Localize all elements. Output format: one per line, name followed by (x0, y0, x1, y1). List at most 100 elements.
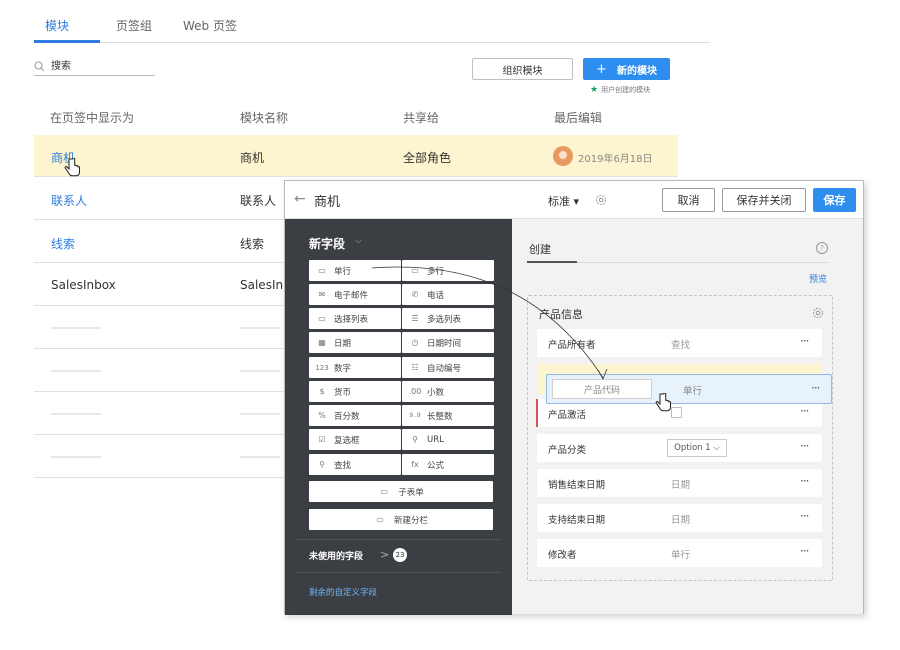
remaining-custom-fields-link[interactable]: 剩余的自定义字段 (309, 586, 377, 598)
module-display-link[interactable]: 线索 (51, 235, 75, 252)
organize-modules-label: 组织模块 (502, 65, 543, 77)
layout-field-product-category[interactable]: 产品分类 Option 1 ⌵ ··· (537, 434, 822, 462)
lookup-icon: ⚲ (319, 460, 325, 469)
percent-icon: % (318, 411, 326, 420)
field-type: 单行 (683, 386, 703, 397)
palette-field-checkbox[interactable]: ☑ 复选框 (309, 429, 401, 450)
number-icon: 123 (315, 363, 329, 372)
cancel-button[interactable]: 取消 (662, 188, 715, 212)
divider (297, 539, 500, 540)
new-module-button[interactable]: + 新的模块 (583, 58, 670, 80)
section-icon: ▭ (376, 515, 384, 524)
field-name-input[interactable]: 产品代码 (552, 379, 652, 399)
tab-create[interactable]: 创建 (529, 241, 551, 257)
url-icon: ⚲ (412, 435, 418, 444)
layout-field-modified-by[interactable]: 修改者 单行 ··· (537, 539, 822, 567)
tab-tab-groups[interactable]: 页签组 (116, 17, 152, 34)
currency-icon: $ (319, 387, 325, 396)
palette-field-url[interactable]: ⚲ URL (402, 429, 494, 450)
tab-web-tabs[interactable]: Web 页签 (183, 17, 237, 34)
palette-field-label: 日期 (334, 338, 352, 349)
layout-field-product-owner[interactable]: 产品所有者 查找 ··· (537, 329, 822, 357)
module-name-cell: 线索 (240, 237, 265, 251)
field-label: 产品分类 (548, 445, 587, 456)
palette-field-lookup[interactable]: ⚲ 查找 (309, 454, 401, 475)
palette-field-auto-number[interactable]: ☷ 自动编号 (402, 357, 494, 378)
help-icon[interactable]: ? (816, 242, 828, 254)
cancel-label: 取消 (677, 194, 700, 207)
palette-field-number[interactable]: 123 数字 (309, 357, 401, 378)
module-display-cell[interactable]: SalesInbox (51, 278, 116, 292)
field-type: 日期 (671, 515, 691, 526)
palette-field-long-integer[interactable]: 9..9 长整数 (402, 405, 494, 426)
checkbox-icon: ☑ (318, 435, 326, 444)
palette-field-label: 多选列表 (427, 314, 462, 325)
palette-field-multi-line[interactable]: ▭ 多行 (402, 260, 494, 281)
avatar (553, 146, 573, 166)
field-name-placeholder: 产品代码 (583, 385, 620, 396)
save-and-close-button[interactable]: 保存并关闭 (722, 188, 806, 212)
palette-field-formula[interactable]: fx 公式 (402, 454, 494, 475)
long-integer-icon: 9..9 (409, 412, 421, 419)
search-input[interactable] (51, 59, 151, 70)
module-name-cell: 商机 (240, 151, 265, 165)
gear-icon[interactable] (595, 194, 607, 206)
column-header-display-as[interactable]: 在页签中显示为 (50, 109, 134, 126)
gear-icon[interactable] (812, 307, 824, 319)
chevron-down-icon[interactable]: ⌵ (355, 236, 362, 246)
save-button[interactable]: 保存 (813, 188, 856, 212)
email-icon: ✉ (318, 290, 326, 299)
palette-field-picklist[interactable]: ▭ 选择列表 (309, 308, 401, 329)
last-edited-cell: 2019年6月18日 (578, 154, 653, 165)
more-icon[interactable]: ··· (811, 381, 821, 395)
palette-new-section[interactable]: ▭ 新建分栏 (309, 509, 493, 530)
dragging-field[interactable]: 产品代码 单行 ··· (546, 374, 832, 404)
new-section-label: 新建分栏 (393, 515, 428, 526)
back-arrow-icon[interactable]: ← (294, 191, 306, 207)
column-header-last-edited[interactable]: 最后编辑 (554, 109, 602, 126)
palette-field-label: 复选框 (334, 435, 360, 446)
palette-field-currency[interactable]: $ 货币 (309, 381, 401, 402)
layout-field-support-end-date[interactable]: 支持结束日期 日期 ··· (537, 504, 822, 532)
layout-select[interactable]: 标准 ▾ (548, 193, 579, 209)
option-dropdown: Option 1 ⌵ (667, 439, 727, 457)
field-label: 修改者 (548, 550, 577, 561)
module-display-link[interactable]: 联系人 (51, 192, 87, 209)
palette-field-email[interactable]: ✉ 电子邮件 (309, 284, 401, 305)
palette-field-percent[interactable]: % 百分数 (309, 405, 401, 426)
layout-field-sales-end-date[interactable]: 销售结束日期 日期 ··· (537, 469, 822, 497)
palette-field-label: 日期时间 (427, 338, 462, 349)
editor-header: ← 商机 标准 ▾ 取消 保存并关闭 保存 (285, 181, 863, 219)
search-icon (34, 61, 45, 72)
unused-fields-label[interactable]: 未使用的字段 (309, 549, 363, 562)
palette-field-single-line[interactable]: ▭ 单行 (309, 260, 401, 281)
table-row[interactable]: 商机 商机 全部角色 2019年6月18日 (34, 135, 678, 177)
search-box[interactable] (34, 58, 155, 76)
tab-modules[interactable]: 模块 (45, 17, 69, 34)
palette-field-decimal[interactable]: .00 小数 (402, 381, 494, 402)
plus-icon: + (596, 61, 607, 77)
chevron-right-icon[interactable]: > (380, 548, 389, 561)
auto-number-icon: ☷ (411, 363, 419, 372)
active-tab-indicator (527, 261, 577, 263)
organize-modules-button[interactable]: 组织模块 (472, 58, 573, 80)
star-icon: ★ (590, 85, 599, 95)
more-icon[interactable]: ··· (800, 544, 810, 558)
more-icon[interactable]: ··· (800, 509, 810, 523)
more-icon[interactable]: ··· (800, 474, 810, 488)
column-header-shared-with[interactable]: 共享给 (403, 109, 439, 126)
formula-icon: fx (411, 460, 419, 469)
more-icon[interactable]: ··· (800, 439, 810, 453)
preview-link[interactable]: 预览 (809, 272, 827, 285)
subform-icon: ▭ (380, 487, 389, 496)
palette-field-datetime[interactable]: ◷ 日期时间 (402, 332, 494, 353)
palette-subform[interactable]: ▭ 子表单 (309, 481, 493, 502)
more-icon[interactable]: ··· (800, 404, 810, 418)
palette-field-label: 公式 (427, 460, 445, 471)
user-created-note-text: 用户创建的模块 (601, 86, 651, 94)
more-icon[interactable]: ··· (800, 334, 810, 348)
column-header-module-name[interactable]: 模块名称 (240, 109, 288, 126)
palette-field-date[interactable]: ▦ 日期 (309, 332, 401, 353)
palette-field-multi-select[interactable]: ☰ 多选列表 (402, 308, 494, 329)
palette-field-phone[interactable]: ✆ 电话 (402, 284, 494, 305)
